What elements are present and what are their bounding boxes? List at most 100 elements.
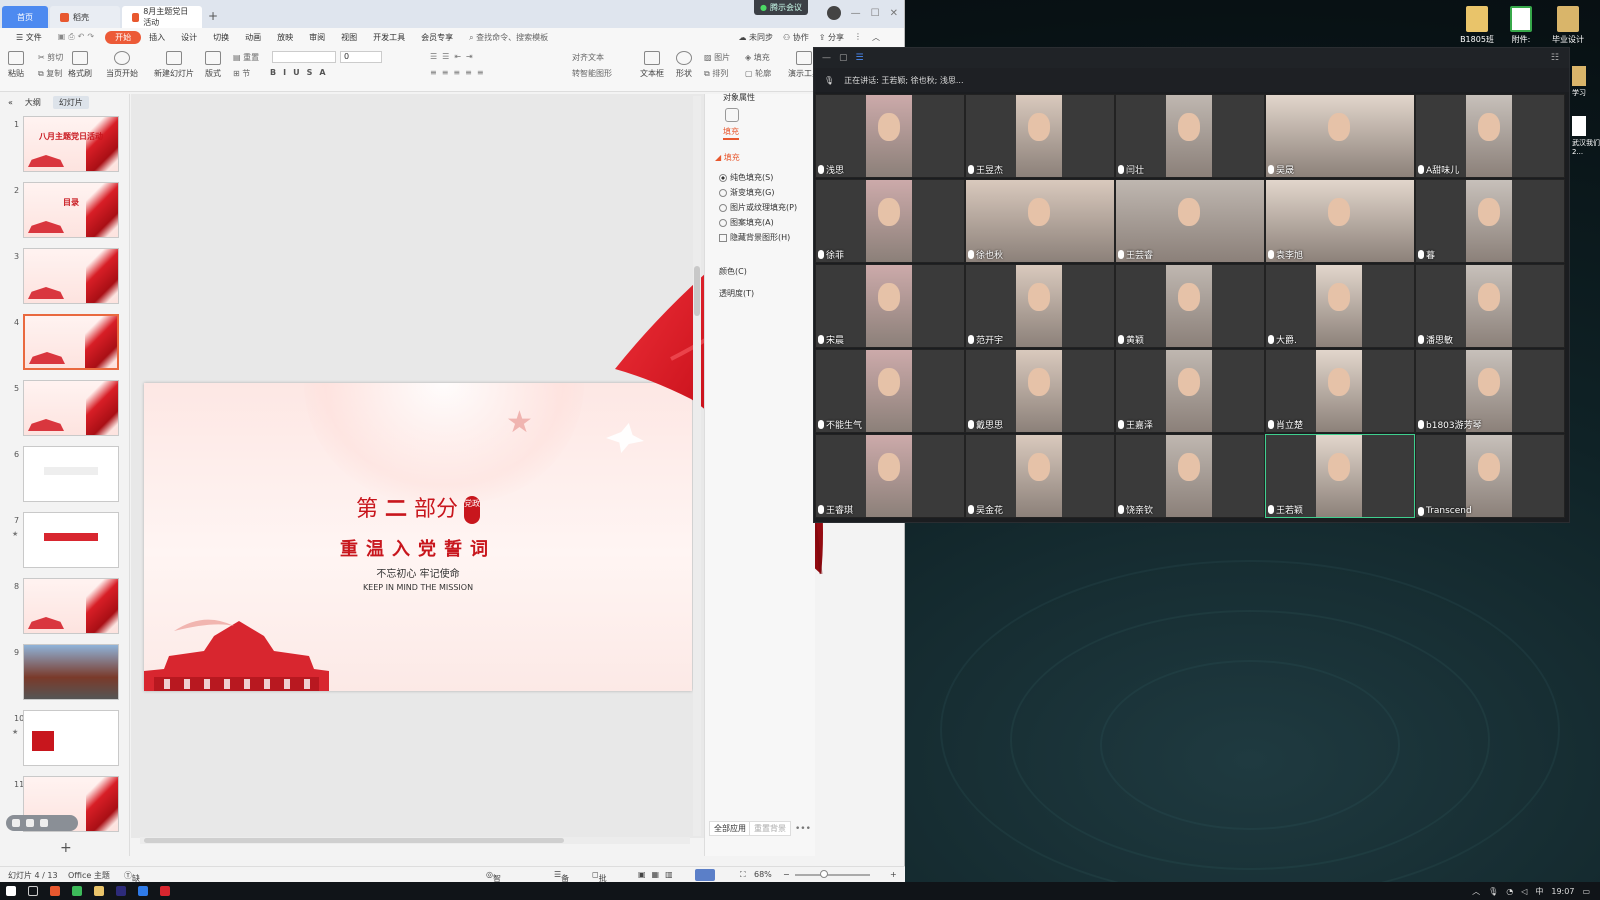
desktop-icon-graduation[interactable]: 毕业设计: [1545, 6, 1591, 45]
quick-access-icons[interactable]: ▣⎙↶↷: [50, 32, 105, 42]
reset-button[interactable]: ▤ 重置: [233, 52, 259, 63]
wechat-icon[interactable]: [72, 886, 82, 896]
slide-thumbnail-10[interactable]: [23, 710, 119, 766]
zoom-out-button[interactable]: −: [783, 870, 790, 879]
tab-fill[interactable]: 填充: [723, 126, 739, 140]
more-icon[interactable]: ⋮: [854, 32, 862, 43]
participant-tile[interactable]: 不能生气: [815, 349, 965, 433]
participant-tile[interactable]: 王睿琪: [815, 434, 965, 518]
participant-tile[interactable]: 肖立楚: [1265, 349, 1415, 433]
canvas-horizontal-scrollbar[interactable]: [140, 837, 690, 844]
hide-bg-checkbox[interactable]: 隐藏背景图形(H): [719, 232, 790, 243]
menu-animation[interactable]: 动画: [237, 32, 269, 43]
collapse-pane-icon[interactable]: «: [8, 98, 13, 107]
meeting-app-icon[interactable]: [138, 886, 148, 896]
participant-tile[interactable]: b1803游芳琴: [1415, 349, 1565, 433]
participant-tile[interactable]: 王芸睿: [1115, 179, 1265, 263]
participant-tile[interactable]: 范开宇: [965, 264, 1115, 348]
ime-indicator[interactable]: 中: [1535, 886, 1543, 897]
layout-icon[interactable]: ☷: [1551, 53, 1559, 63]
participant-tile[interactable]: 王昱杰: [965, 94, 1115, 178]
mic-icon[interactable]: 🎙: [1488, 887, 1498, 896]
more-options-icon[interactable]: •••: [795, 824, 811, 834]
shape-button[interactable]: 形状: [676, 51, 692, 79]
add-tab-button[interactable]: +: [208, 9, 218, 23]
slide-thumbnail-7[interactable]: [23, 512, 119, 568]
share-button[interactable]: ⇪ 分享: [819, 32, 844, 43]
menu-review[interactable]: 审阅: [301, 32, 333, 43]
minimize-icon[interactable]: —: [851, 8, 861, 19]
menu-design[interactable]: 设计: [173, 32, 205, 43]
tab-home[interactable]: 首页: [2, 6, 48, 28]
menu-icon[interactable]: ☰: [856, 53, 864, 63]
network-icon[interactable]: ◔: [1506, 887, 1513, 896]
zoom-fit-icon[interactable]: ⛶: [740, 870, 746, 880]
outline-button[interactable]: ▢ 轮廓: [745, 68, 771, 79]
participant-tile[interactable]: 浅思: [815, 94, 965, 178]
zoom-level[interactable]: 68%: [754, 870, 772, 879]
windows-start-icon[interactable]: [6, 886, 16, 896]
participant-tile[interactable]: 戴思思: [965, 349, 1115, 433]
font-size-select[interactable]: 0: [340, 51, 382, 63]
slide-thumbnail-4[interactable]: [23, 314, 119, 370]
list-buttons[interactable]: ☰☰⇤⇥: [430, 52, 478, 61]
collab-button[interactable]: ⚇ 协作: [783, 32, 809, 43]
participant-tile[interactable]: 徐菲: [815, 179, 965, 263]
notes-button[interactable]: ☰ 备注: [554, 870, 569, 894]
participant-tile[interactable]: 潘思敏: [1415, 264, 1565, 348]
arrange-button[interactable]: ⧉ 排列: [704, 68, 728, 79]
participant-tile[interactable]: A甜味儿: [1415, 94, 1565, 178]
scroll-thumb[interactable]: [144, 838, 564, 843]
slide-thumbnail-1[interactable]: 八月主题党日活动: [23, 116, 119, 172]
command-search[interactable]: ⌕ 查找命令、搜索模板: [469, 32, 548, 43]
convert-smartart-button[interactable]: 转智能图形: [572, 68, 612, 79]
tab-docer[interactable]: 稻壳: [50, 6, 120, 28]
tab-document[interactable]: 8月主题党日活动: [122, 6, 202, 28]
desktop-icon-folder[interactable]: B1805班: [1454, 6, 1500, 45]
floating-toolbar[interactable]: [6, 815, 78, 831]
slide-thumbnail-6[interactable]: [23, 446, 119, 502]
align-text-button[interactable]: 对齐文本: [572, 52, 604, 63]
menu-slideshow[interactable]: 放映: [269, 32, 301, 43]
menu-file[interactable]: ☰ 文件: [8, 32, 50, 43]
search-icon[interactable]: [28, 886, 38, 896]
fill-button[interactable]: ◈ 填充: [745, 52, 770, 63]
picture-fill-radio[interactable]: 图片或纹理填充(P): [719, 202, 797, 213]
participant-tile[interactable]: 闫壮: [1115, 94, 1265, 178]
font-name-select[interactable]: [272, 51, 336, 63]
slide-title[interactable]: 重温入党誓词: [144, 535, 692, 561]
menu-insert[interactable]: 插入: [141, 32, 173, 43]
participant-tile[interactable]: 王嘉泽: [1115, 349, 1265, 433]
menu-transition[interactable]: 切换: [205, 32, 237, 43]
pattern-fill-radio[interactable]: 图案填充(A): [719, 217, 774, 228]
taskbar-app-icon[interactable]: [50, 886, 60, 896]
explorer-icon[interactable]: [94, 886, 104, 896]
tab-slides[interactable]: 幻灯片: [52, 95, 89, 109]
participant-tile[interactable]: 徐也秋: [965, 179, 1115, 263]
participant-tile[interactable]: 暮: [1415, 179, 1565, 263]
reset-background-button[interactable]: 重置背景: [749, 821, 791, 836]
zoom-slider[interactable]: [795, 874, 870, 876]
desktop-label-study[interactable]: 学习: [1572, 88, 1600, 98]
clock[interactable]: 19:07: [1551, 887, 1574, 896]
play-slideshow-button[interactable]: [695, 869, 715, 881]
section-button[interactable]: ⊞ 节: [233, 68, 250, 79]
format-painter-button[interactable]: 格式刷: [68, 51, 92, 79]
scroll-thumb[interactable]: [694, 266, 700, 316]
minimize-icon[interactable]: —: [822, 53, 831, 63]
participant-tile[interactable]: 大爵.: [1265, 264, 1415, 348]
meeting-badge[interactable]: ● 腾示会议: [754, 0, 808, 15]
participant-tile[interactable]: Transcend: [1415, 434, 1565, 518]
view-mode-buttons[interactable]: ▣▦▥: [638, 870, 679, 879]
window-icon[interactable]: ▢: [839, 53, 848, 63]
gradient-fill-radio[interactable]: 渐变填充(G): [719, 187, 774, 198]
copy-button[interactable]: ⧉ 复制: [38, 68, 62, 79]
current-slide[interactable]: ★ 第 二 部分 党政 重温入党誓词 不忘初心 牢记使命 KEEP IN MIND…: [144, 383, 692, 691]
slide-thumbnail-8[interactable]: [23, 578, 119, 634]
slide-canvas[interactable]: ★ 第 二 部分 党政 重温入党誓词 不忘初心 牢记使命 KEEP IN MIND…: [131, 94, 823, 838]
add-slide-button[interactable]: +: [60, 840, 72, 856]
layout-button[interactable]: 版式: [205, 51, 221, 79]
zoom-in-button[interactable]: +: [890, 870, 897, 879]
apply-all-button[interactable]: 全部应用: [709, 821, 751, 836]
paste-button[interactable]: 粘贴: [8, 51, 24, 79]
